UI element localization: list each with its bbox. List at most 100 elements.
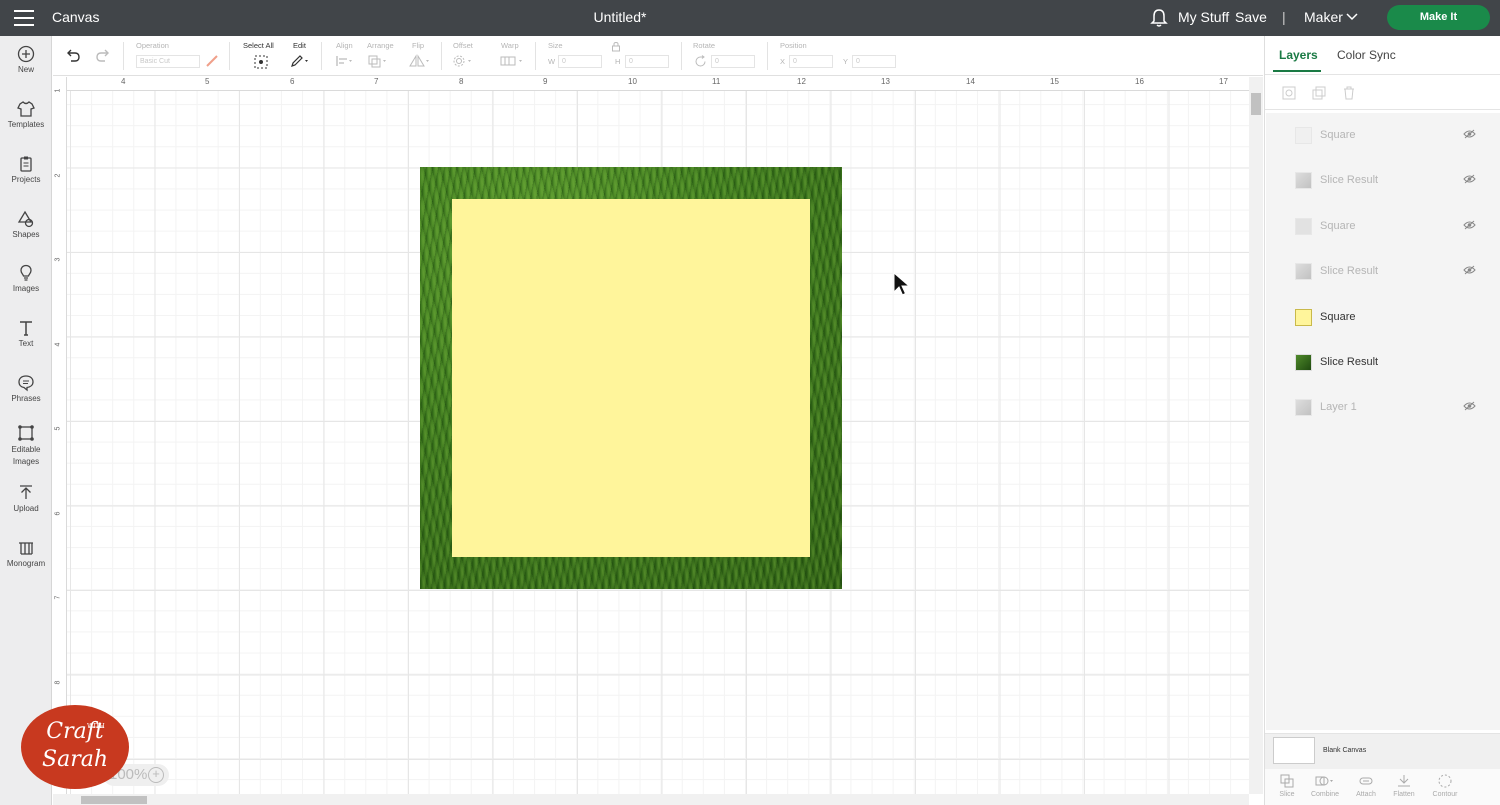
group-icon[interactable] xyxy=(1281,85,1297,101)
yellow-square-shape[interactable] xyxy=(452,199,810,557)
position-label: Position xyxy=(780,41,807,50)
pen-color-icon[interactable] xyxy=(205,54,219,68)
layer-row[interactable]: Slice Result xyxy=(1266,249,1500,294)
operation-select[interactable]: Basic Cut xyxy=(136,55,200,68)
layer-name: Slice Result xyxy=(1320,265,1379,277)
rotate-input[interactable]: 0 xyxy=(711,55,755,68)
layer-row[interactable]: Square xyxy=(1266,113,1500,158)
layer-thumbnail xyxy=(1295,172,1312,189)
sidebar-item-templates[interactable]: Templates xyxy=(0,100,52,129)
layer-row[interactable]: Slice Result xyxy=(1266,158,1500,203)
layers-list: Square Slice Result Square Slice Result … xyxy=(1266,113,1500,730)
y-position-input[interactable]: 0 xyxy=(852,55,896,68)
zoom-in-icon[interactable]: + xyxy=(148,767,164,783)
machine-select[interactable]: Maker xyxy=(1304,9,1343,25)
layer-thumbnail xyxy=(1295,218,1312,235)
canvas-color-swatch[interactable] xyxy=(1273,737,1315,764)
layer-row[interactable]: Square xyxy=(1266,295,1500,340)
layer-row[interactable]: Layer 1 xyxy=(1266,385,1500,430)
flatten-icon xyxy=(1398,775,1410,787)
sidebar-item-upload[interactable]: Upload xyxy=(0,484,52,513)
vertical-scrollbar[interactable] xyxy=(1249,77,1263,794)
combine-button[interactable]: Combine xyxy=(1305,773,1345,798)
layers-panel: Layers Color Sync Square Slice Result Sq… xyxy=(1264,36,1500,805)
duplicate-icon[interactable] xyxy=(1311,85,1327,101)
sidebar-item-images[interactable]: Images xyxy=(0,264,52,293)
align-icon[interactable] xyxy=(335,55,355,67)
horizontal-scrollbar[interactable] xyxy=(53,794,1249,805)
height-label: H xyxy=(615,57,621,66)
offset-icon[interactable] xyxy=(451,54,475,68)
arrange-icon[interactable] xyxy=(367,54,389,68)
document-title[interactable]: Untitled* xyxy=(0,9,1240,25)
my-stuff-link[interactable]: My Stuff xyxy=(1178,9,1229,25)
sidebar-item-phrases[interactable]: Phrases xyxy=(0,374,52,403)
eye-hidden-icon[interactable] xyxy=(1463,174,1476,184)
sidebar-item-label: Phrases xyxy=(11,394,41,403)
sidebar-item-new[interactable]: New xyxy=(0,45,52,74)
ruler-tick: 10 xyxy=(628,77,637,86)
x-position-input[interactable]: 0 xyxy=(789,55,833,68)
blank-canvas-row[interactable]: Blank Canvas xyxy=(1265,733,1500,769)
chevron-down-icon[interactable] xyxy=(1346,13,1358,21)
height-input[interactable]: 0 xyxy=(625,55,669,68)
blank-canvas-label: Blank Canvas xyxy=(1323,747,1367,754)
bell-icon[interactable] xyxy=(1150,8,1168,28)
scroll-thumb[interactable] xyxy=(81,796,147,804)
editable-image-icon xyxy=(18,425,34,441)
slice-icon xyxy=(1280,774,1294,788)
redo-icon[interactable] xyxy=(95,49,111,63)
layer-name: Slice Result xyxy=(1320,174,1379,186)
layer-row[interactable]: Square xyxy=(1266,204,1500,249)
make-it-button[interactable]: Make It xyxy=(1387,5,1490,30)
width-label: W xyxy=(548,57,556,66)
eye-hidden-icon[interactable] xyxy=(1463,265,1476,275)
speech-bubble-icon xyxy=(18,375,34,392)
logo-line-1: Craft xyxy=(46,719,104,744)
top-bar: Canvas Untitled* My Stuff Save | Maker M… xyxy=(0,0,1500,36)
width-input[interactable]: 0 xyxy=(558,55,602,68)
flip-icon[interactable] xyxy=(407,54,431,68)
ruler-tick: 14 xyxy=(966,77,975,86)
layer-thumbnail xyxy=(1295,309,1312,326)
sidebar-item-shapes[interactable]: Shapes xyxy=(0,210,52,239)
ruler-tick: 9 xyxy=(543,77,548,86)
eye-hidden-icon[interactable] xyxy=(1463,220,1476,230)
flatten-button[interactable]: Flatten xyxy=(1384,773,1424,798)
save-button[interactable]: Save xyxy=(1235,9,1267,25)
tab-color-sync[interactable]: Color Sync xyxy=(1337,48,1396,62)
edit-toolbar: Operation Basic Cut Select All Edit Alig… xyxy=(53,36,1263,76)
layer-thumbnail xyxy=(1295,127,1312,144)
sidebar-item-monogram[interactable]: Monogram xyxy=(0,539,52,568)
ruler-tick: 3 xyxy=(54,257,62,262)
combine-label: Combine xyxy=(1310,791,1339,798)
edit-pencil-icon[interactable] xyxy=(290,54,312,68)
undo-icon[interactable] xyxy=(65,49,81,63)
upload-icon xyxy=(20,485,32,499)
select-all-icon[interactable] xyxy=(253,54,269,70)
lock-icon[interactable] xyxy=(611,41,621,52)
logo-line-2: Sarah xyxy=(42,747,108,772)
ruler-tick: 4 xyxy=(121,77,126,86)
attach-button[interactable]: Attach xyxy=(1346,773,1386,798)
sidebar-item-projects[interactable]: Projects xyxy=(0,155,52,184)
layer-row[interactable]: Slice Result xyxy=(1266,340,1500,385)
shapes-icon xyxy=(17,210,34,228)
sidebar-item-editable-images[interactable]: Editable Images xyxy=(0,424,52,468)
sidebar-item-label: Images xyxy=(12,284,40,293)
x-label: X xyxy=(780,57,786,66)
ruler-tick: 12 xyxy=(797,77,806,86)
scroll-thumb[interactable] xyxy=(1251,93,1261,115)
sidebar-item-text[interactable]: Text xyxy=(0,319,52,348)
align-label: Align xyxy=(336,41,353,50)
warp-icon[interactable] xyxy=(499,54,527,68)
lightbulb-icon xyxy=(20,264,32,281)
trash-icon[interactable] xyxy=(1341,85,1357,101)
contour-button[interactable]: Contour xyxy=(1425,773,1465,798)
ruler-tick: 16 xyxy=(1135,77,1144,86)
eye-hidden-icon[interactable] xyxy=(1463,401,1476,411)
eye-hidden-icon[interactable] xyxy=(1463,129,1476,139)
tab-layers[interactable]: Layers xyxy=(1279,48,1318,62)
craft-with-sarah-logo: Craft WITH Sarah xyxy=(21,705,129,789)
slice-button[interactable]: Slice xyxy=(1267,773,1307,798)
